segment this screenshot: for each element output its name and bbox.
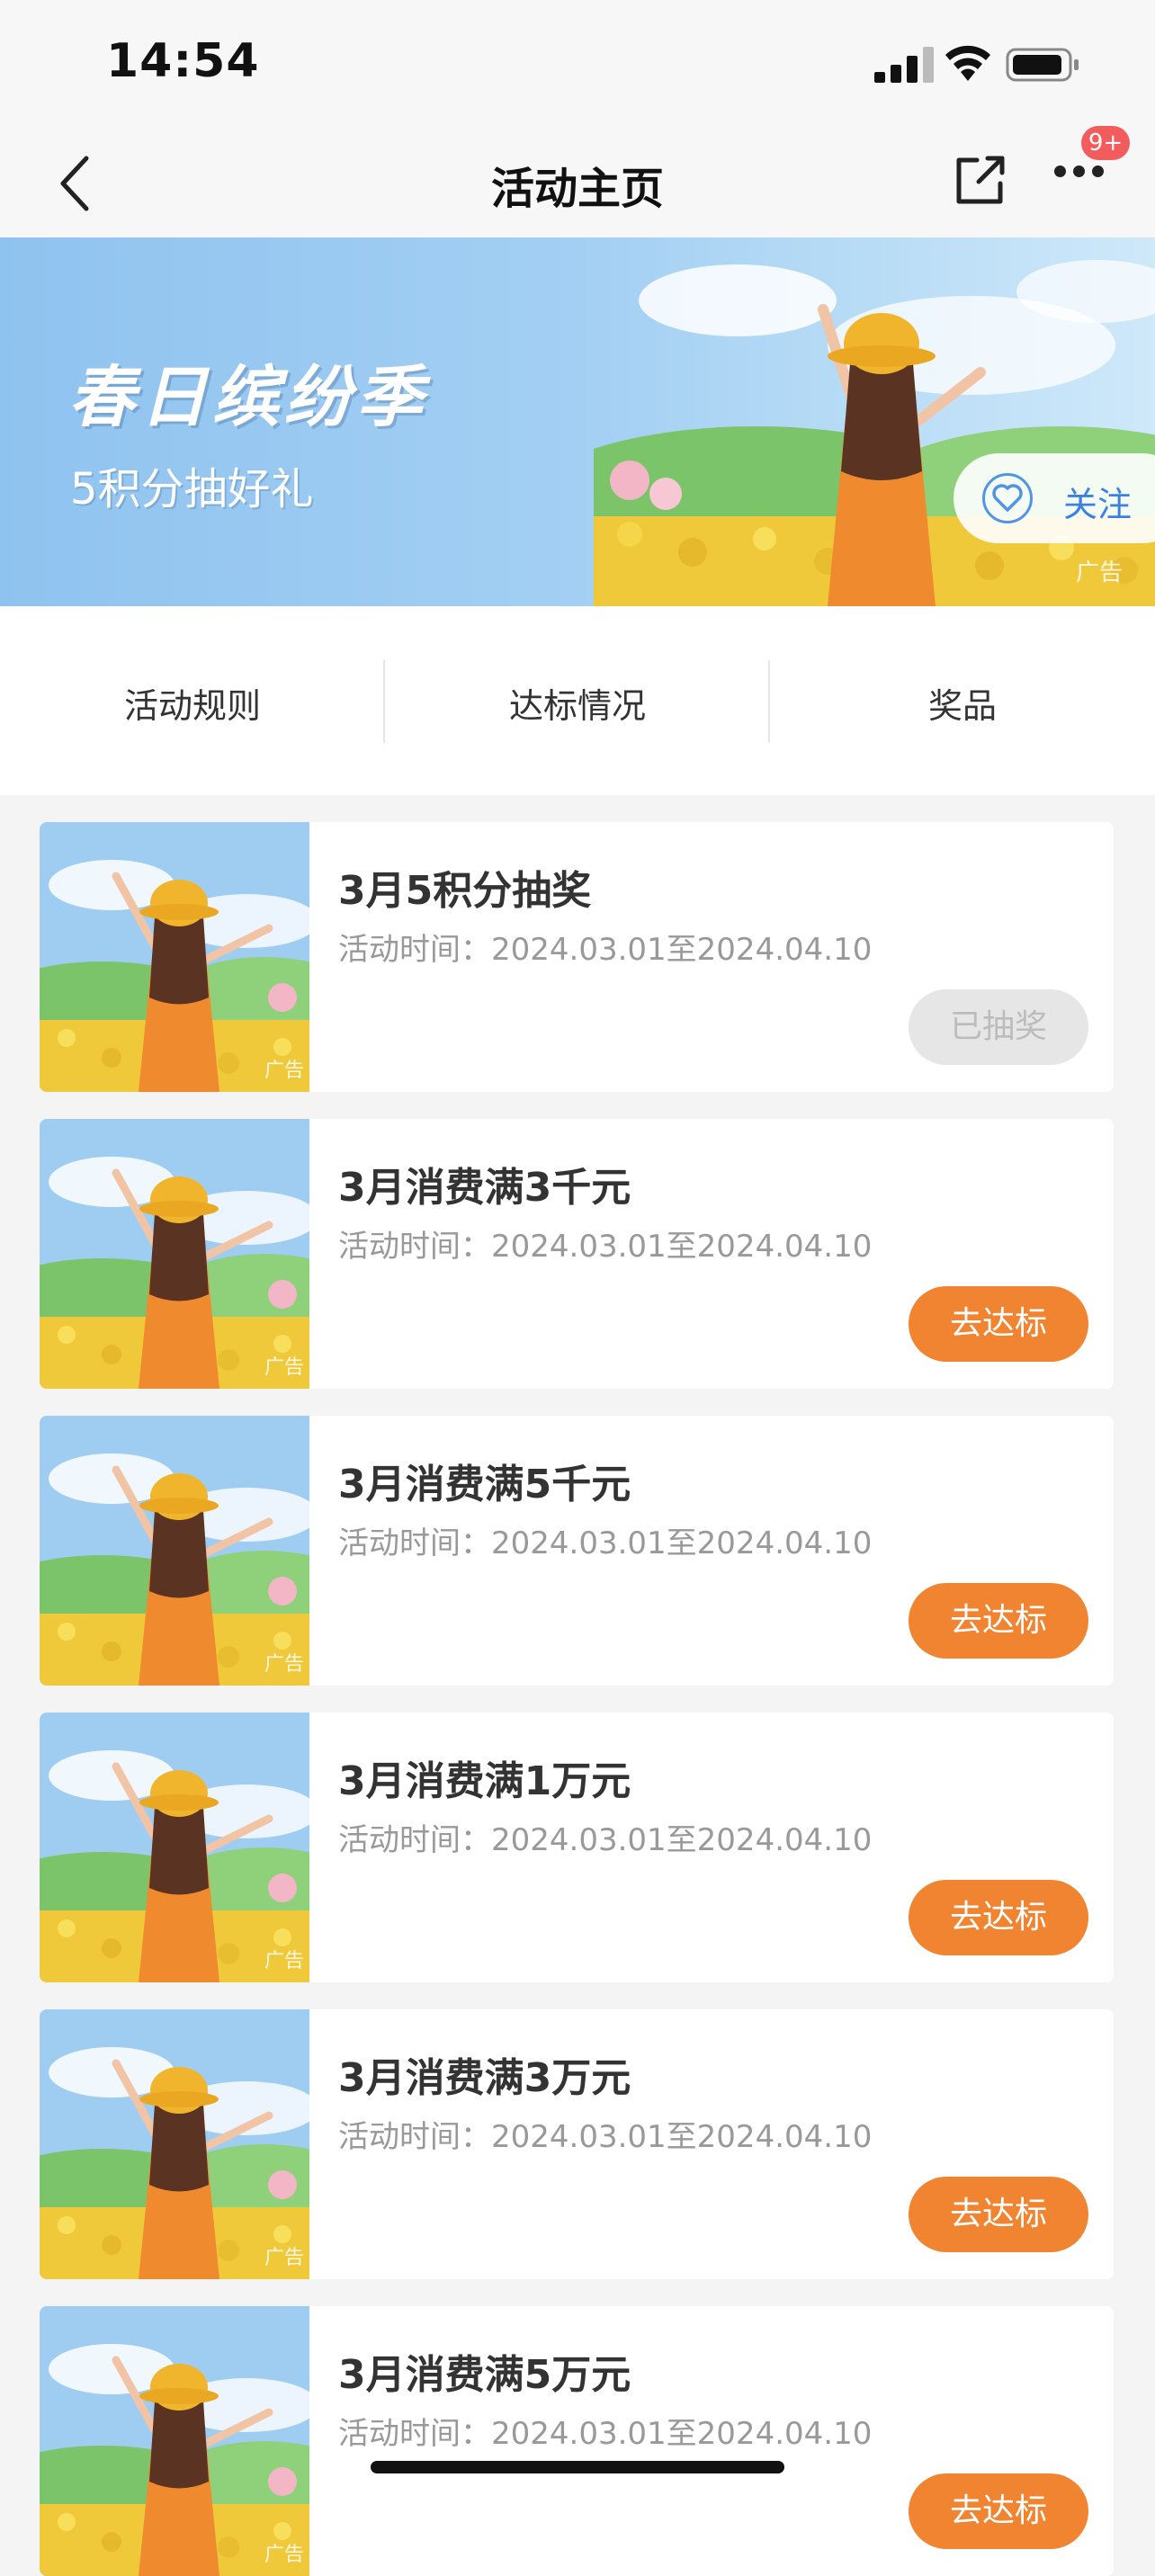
go-achieve-button[interactable]: 去达标	[909, 1583, 1088, 1659]
more-options-icon[interactable]	[1054, 164, 1117, 200]
activity-card[interactable]: 广告 3月消费满3千元活动时间：2024.03.01至2024.04.10 去达标	[40, 1119, 1114, 1389]
go-achieve-button[interactable]: 去达标	[909, 2177, 1088, 2252]
tab-progress[interactable]: 达标情况	[385, 678, 770, 728]
status-bar: 14:54	[0, 0, 1155, 126]
activity-thumbnail: 广告	[40, 2306, 363, 2576]
follow-button[interactable]: 关注	[954, 453, 1155, 543]
go-achieve-button[interactable]: 去达标	[909, 1286, 1088, 1362]
activity-thumbnail: 广告	[40, 1119, 363, 1389]
activity-time: 活动时间：2024.03.01至2024.04.10	[338, 1822, 873, 1858]
ad-label: 广告	[264, 2544, 305, 2566]
battery-icon	[1006, 48, 1079, 82]
cellular-signal-icon	[874, 47, 934, 83]
ad-label: 广告	[264, 1060, 305, 1082]
girl-in-flower-field-illustration	[594, 260, 1155, 606]
ad-label: 广告	[1076, 559, 1124, 586]
tab-prizes[interactable]: 奖品	[770, 678, 1155, 728]
activity-title: 3月5积分抽奖	[338, 868, 592, 914]
nav-bar: 活动主页 9+	[0, 126, 1155, 237]
activity-title: 3月消费满5万元	[338, 2352, 631, 2398]
home-indicator	[371, 2461, 784, 2473]
heart-icon	[982, 473, 1033, 523]
ad-label: 广告	[264, 1653, 305, 1676]
activity-thumbnail: 广告	[40, 822, 363, 1092]
activity-title: 3月消费满5千元	[338, 1462, 631, 1507]
activity-time: 活动时间：2024.03.01至2024.04.10	[338, 1229, 873, 1265]
activity-title: 3月消费满3万元	[338, 2055, 631, 2101]
section-tabs: 活动规则 达标情况 奖品	[0, 606, 1155, 795]
activity-time: 活动时间：2024.03.01至2024.04.10	[338, 1525, 873, 1561]
wifi-icon	[945, 45, 990, 81]
activity-time: 活动时间：2024.03.01至2024.04.10	[338, 2416, 873, 2452]
tab-rules[interactable]: 活动规则	[0, 678, 385, 728]
promo-banner[interactable]: 春日缤纷季 5积分抽好礼 广告 关注	[0, 237, 1155, 606]
activity-title: 3月消费满3千元	[338, 1165, 631, 1211]
ad-label: 广告	[264, 2247, 305, 2269]
activity-time: 活动时间：2024.03.01至2024.04.10	[338, 932, 873, 968]
go-achieve-button[interactable]: 去达标	[909, 1880, 1088, 1955]
activity-card[interactable]: 广告 3月消费满5万元活动时间：2024.03.01至2024.04.10 去达标	[40, 2306, 1114, 2576]
ad-label: 广告	[264, 1356, 305, 1379]
banner-title: 春日缤纷季	[68, 359, 428, 436]
activity-time: 活动时间：2024.03.01至2024.04.10	[338, 2119, 873, 2155]
activity-thumbnail: 广告	[40, 1416, 363, 1686]
ad-label: 广告	[264, 1950, 305, 1972]
activity-card[interactable]: 广告 3月消费满1万元活动时间：2024.03.01至2024.04.10 去达标	[40, 1713, 1114, 1982]
go-achieve-button[interactable]: 去达标	[909, 2473, 1088, 2549]
activity-card[interactable]: 广告 3月消费满5千元活动时间：2024.03.01至2024.04.10 去达标	[40, 1416, 1114, 1686]
drawn-status-button: 已抽奖	[909, 989, 1088, 1065]
banner-subtitle: 5积分抽好礼	[70, 464, 314, 514]
activity-thumbnail: 广告	[40, 1713, 363, 1982]
activity-card[interactable]: 广告 3月5积分抽奖活动时间：2024.03.01至2024.04.10 已抽奖	[40, 822, 1114, 1092]
status-time: 14:54	[106, 34, 260, 88]
activity-thumbnail: 广告	[40, 2009, 363, 2279]
follow-label: 关注	[1063, 485, 1133, 524]
share-icon[interactable]	[952, 151, 1009, 209]
activity-title: 3月消费满1万元	[338, 1758, 631, 1804]
notification-badge: 9+	[1081, 126, 1130, 160]
activity-card[interactable]: 广告 3月消费满3万元活动时间：2024.03.01至2024.04.10 去达标	[40, 2009, 1114, 2279]
